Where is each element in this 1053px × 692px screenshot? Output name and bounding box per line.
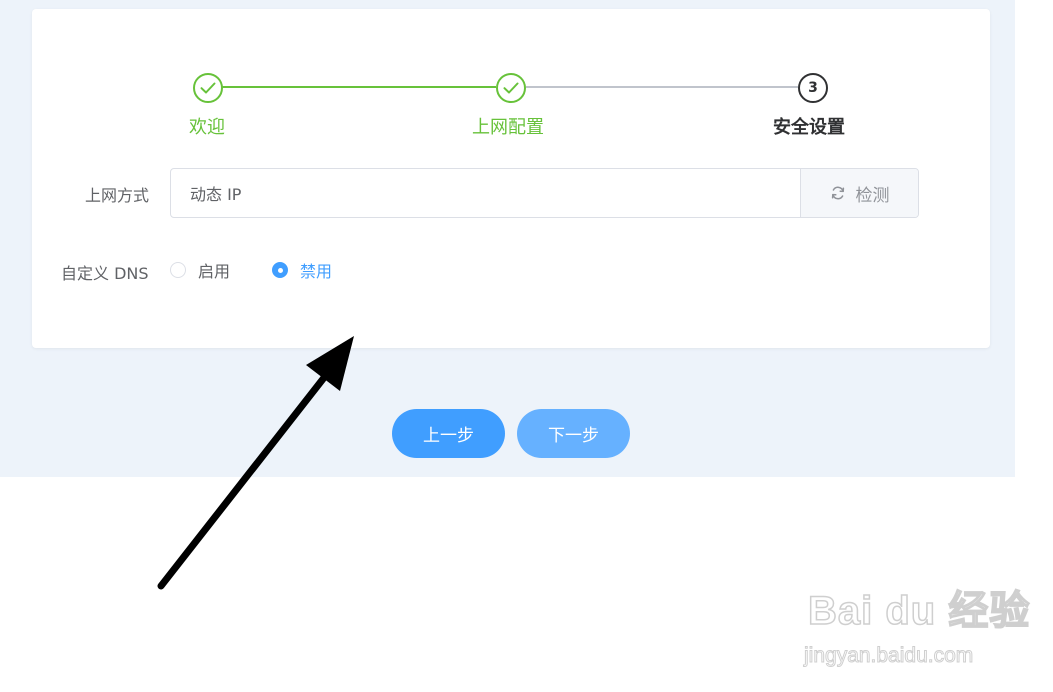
step-3-number-icon: 3 <box>798 73 828 103</box>
refresh-icon <box>831 186 844 200</box>
step-connector-2 <box>526 86 798 88</box>
connection-type-input[interactable] <box>171 169 800 217</box>
step-1-check-icon <box>193 73 223 103</box>
detect-button[interactable]: 检测 <box>800 169 918 217</box>
dns-radio-enable[interactable]: 启用 <box>170 258 230 282</box>
dns-radio-disable-label: 禁用 <box>300 262 333 281</box>
dns-radio-enable-label: 启用 <box>198 262 231 281</box>
step-3-title: 安全设置 <box>773 117 845 138</box>
custom-dns-label: 自定义 DNS <box>61 264 149 283</box>
next-step-button[interactable]: 下一步 <box>517 409 630 458</box>
connection-type-label: 上网方式 <box>85 186 150 205</box>
step-2-check-icon <box>496 73 526 103</box>
dns-radio-disable[interactable]: 禁用 <box>272 258 332 282</box>
radio-checked-icon <box>272 262 288 278</box>
watermark-logo: Bai du 经验 <box>807 588 1031 634</box>
connection-type-field: 检测 <box>170 168 919 218</box>
step-connector-1 <box>222 86 496 88</box>
step-3-number: 3 <box>808 80 818 96</box>
detect-button-label: 检测 <box>855 185 890 206</box>
watermark-url: jingyan.baidu.com <box>803 644 974 668</box>
previous-step-button[interactable]: 上一步 <box>392 409 505 458</box>
step-2-title: 上网配置 <box>472 117 544 138</box>
baidu-jingyan-watermark: Bai du 经验 jingyan.baidu.com <box>800 578 1030 678</box>
step-1-title: 欢迎 <box>189 117 225 138</box>
radio-unchecked-icon <box>170 262 186 278</box>
